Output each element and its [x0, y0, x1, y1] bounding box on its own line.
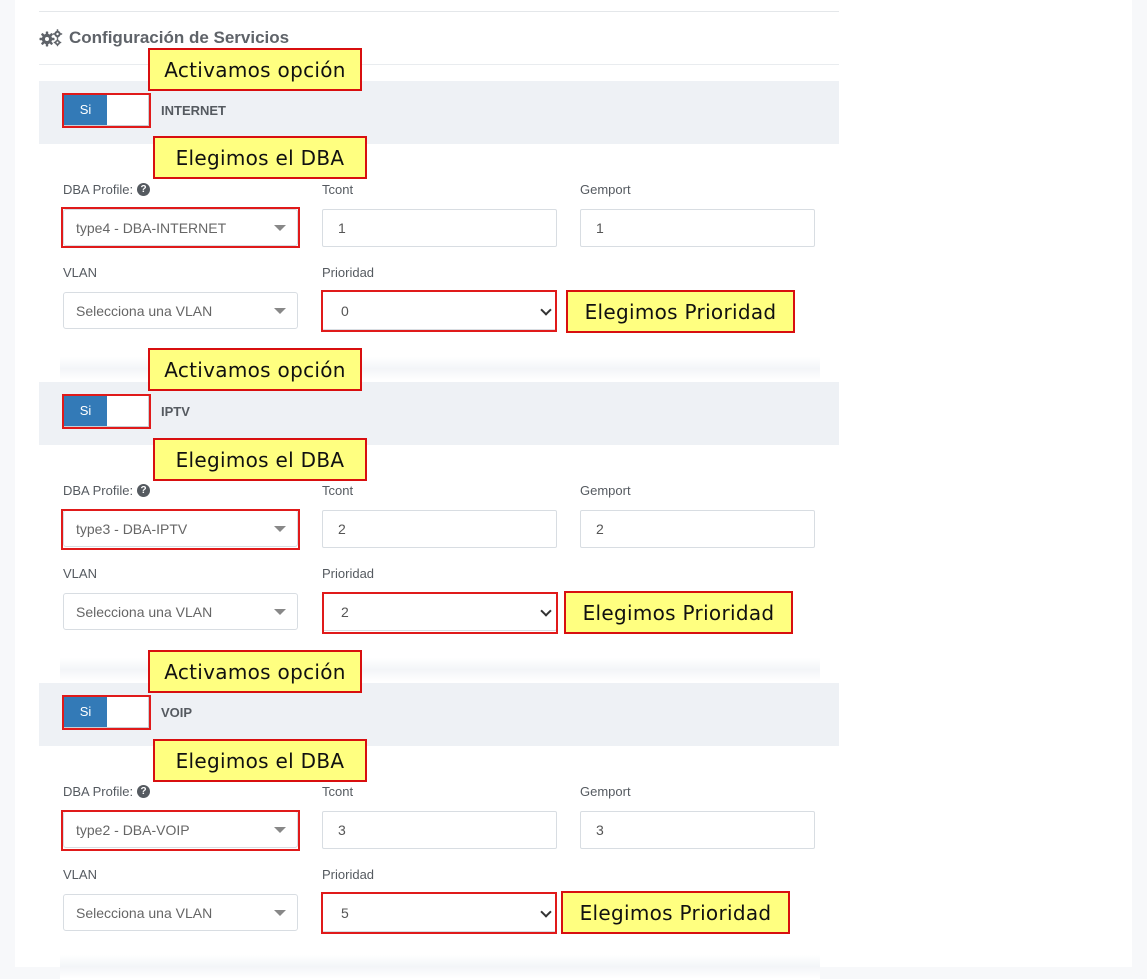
prioridad-select[interactable]: 0 [322, 291, 557, 330]
chevron-down-icon [274, 308, 286, 314]
help-icon[interactable]: ? [137, 484, 151, 497]
voip-toggle[interactable]: Si [63, 695, 149, 728]
callout-choose-dba: Elegimos el DBA [153, 438, 367, 481]
dba-profile-select[interactable]: type3 - DBA-IPTV [63, 510, 298, 547]
tcont-label: Tcont [322, 784, 354, 799]
prioridad-select[interactable]: 5 [322, 893, 557, 932]
tcont-label: Tcont [322, 182, 354, 197]
gemport-input[interactable]: 3 [580, 811, 815, 849]
callout-activate: Activamos opción [148, 48, 362, 91]
help-icon[interactable]: ? [137, 785, 151, 798]
tcont-label: Tcont [322, 483, 354, 498]
section-title-text: Configuración de Servicios [69, 28, 290, 47]
chevron-down-icon [540, 906, 552, 918]
callout-choose-priority: Elegimos Prioridad [564, 591, 793, 634]
internet-toggle[interactable]: Si [63, 93, 149, 126]
divider [60, 955, 820, 979]
callout-choose-dba: Elegimos el DBA [153, 136, 367, 179]
divider [39, 11, 839, 12]
prioridad-label: Prioridad [322, 867, 375, 882]
vlan-select[interactable]: Selecciona una VLAN [63, 593, 298, 630]
callout-choose-priority: Elegimos Prioridad [566, 290, 795, 333]
service-header-iptv: Si IPTV [39, 382, 839, 445]
chevron-down-icon [540, 605, 552, 617]
gemport-input[interactable]: 1 [580, 209, 815, 247]
gemport-label: Gemport [580, 483, 631, 498]
dba-profile-label: DBA Profile: ? [63, 182, 151, 197]
vlan-label: VLAN [63, 867, 97, 882]
callout-activate: Activamos opción [148, 650, 362, 693]
chevron-down-icon [274, 910, 286, 916]
gemport-input[interactable]: 2 [580, 510, 815, 548]
service-name: IPTV [161, 404, 190, 419]
vlan-select[interactable]: Selecciona una VLAN [63, 292, 298, 329]
vlan-label: VLAN [63, 566, 97, 581]
chevron-down-icon [274, 526, 286, 532]
gemport-label: Gemport [580, 784, 631, 799]
chevron-down-icon [274, 225, 286, 231]
gemport-label: Gemport [580, 182, 631, 197]
service-name: VOIP [161, 705, 193, 720]
toggle-on-label: Si [64, 395, 107, 426]
callout-choose-priority: Elegimos Prioridad [561, 891, 790, 934]
toggle-on-label: Si [64, 696, 107, 727]
iptv-toggle[interactable]: Si [63, 394, 149, 427]
prioridad-label: Prioridad [322, 265, 375, 280]
chevron-down-icon [540, 304, 552, 316]
dba-profile-select[interactable]: type4 - DBA-INTERNET [63, 209, 298, 246]
gears-icon [39, 29, 63, 47]
callout-choose-dba: Elegimos el DBA [153, 739, 367, 782]
dba-profile-label: DBA Profile: ? [63, 784, 151, 799]
chevron-down-icon [274, 609, 286, 615]
tcont-input[interactable]: 1 [322, 209, 557, 247]
tcont-input[interactable]: 2 [322, 510, 557, 548]
prioridad-label: Prioridad [322, 566, 375, 581]
help-icon[interactable]: ? [137, 183, 151, 196]
prioridad-select[interactable]: 2 [322, 592, 557, 631]
section-title: Configuración de Servicios [39, 26, 289, 50]
tcont-input[interactable]: 3 [322, 811, 557, 849]
chevron-down-icon [274, 827, 286, 833]
toggle-on-label: Si [64, 94, 107, 125]
vlan-label: VLAN [63, 265, 97, 280]
dba-profile-label: DBA Profile: ? [63, 483, 151, 498]
dba-profile-select[interactable]: type2 - DBA-VOIP [63, 811, 298, 848]
vlan-select[interactable]: Selecciona una VLAN [63, 894, 298, 931]
service-name: INTERNET [161, 103, 226, 118]
callout-activate: Activamos opción [148, 348, 362, 391]
